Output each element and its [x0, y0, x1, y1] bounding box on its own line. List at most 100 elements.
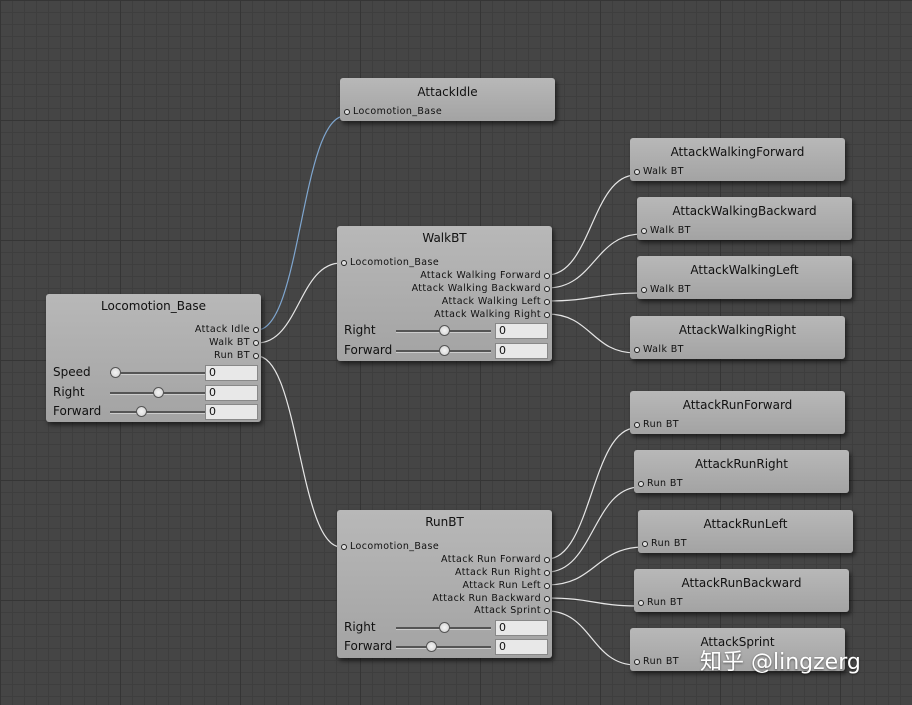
output-port[interactable]: Attack Sprint: [474, 604, 550, 617]
port-dot-icon[interactable]: [253, 326, 259, 333]
port-dot-icon[interactable]: [634, 168, 640, 175]
slider-thumb[interactable]: [425, 641, 437, 652]
param-value-input[interactable]: 0: [205, 404, 258, 420]
port-dot-icon[interactable]: [544, 569, 550, 576]
node-attack-run-left[interactable]: AttackRunLeft Run BT: [638, 510, 853, 553]
param-slider[interactable]: [110, 367, 205, 378]
port-dot-icon[interactable]: [634, 658, 640, 665]
param-value-input[interactable]: 0: [495, 639, 548, 655]
input-port[interactable]: Walk BT: [641, 224, 691, 237]
node-title: AttackRunLeft: [703, 517, 788, 531]
port-dot-icon[interactable]: [641, 286, 647, 293]
node-attack-walking-left[interactable]: AttackWalkingLeft Walk BT: [637, 256, 852, 299]
input-port[interactable]: Run BT: [638, 477, 683, 490]
output-port[interactable]: Attack Walking Right: [434, 308, 550, 321]
param-value-input[interactable]: 0: [495, 343, 548, 359]
param-slider[interactable]: [396, 325, 491, 336]
node-attack-run-forward[interactable]: AttackRunForward Run BT: [630, 391, 845, 434]
port-dot-icon[interactable]: [638, 599, 644, 606]
input-port[interactable]: Run BT: [634, 655, 679, 668]
node-attack-idle[interactable]: AttackIdle Locomotion_Base: [340, 78, 555, 121]
port-dot-icon[interactable]: [341, 259, 347, 266]
param-value-input[interactable]: 0: [495, 620, 548, 636]
input-port[interactable]: Walk BT: [641, 283, 691, 296]
port-dot-icon[interactable]: [634, 421, 640, 428]
port-dot-icon[interactable]: [253, 352, 259, 359]
node-locomotion-base[interactable]: Locomotion_Base Attack Idle Walk BT Run …: [46, 294, 261, 422]
param-slider[interactable]: [110, 406, 205, 417]
port-dot-icon[interactable]: [638, 480, 644, 487]
node-attack-walking-backward[interactable]: AttackWalkingBackward Walk BT: [637, 197, 852, 240]
slider-thumb[interactable]: [438, 345, 450, 356]
connection-wire[interactable]: [546, 174, 637, 276]
input-port[interactable]: Walk BT: [634, 343, 684, 356]
slider-thumb[interactable]: [438, 325, 450, 336]
node-attack-walking-right[interactable]: AttackWalkingRight Walk BT: [630, 316, 845, 359]
port-label: Run BT: [214, 350, 250, 361]
slider-thumb[interactable]: [438, 622, 450, 633]
connection-wire[interactable]: [256, 115, 346, 331]
port-dot-icon[interactable]: [544, 607, 550, 614]
param-slider[interactable]: [396, 641, 491, 652]
connection-wire[interactable]: [546, 597, 641, 607]
input-port[interactable]: Locomotion_Base: [344, 105, 442, 118]
node-attack-run-right[interactable]: AttackRunRight Run BT: [634, 450, 849, 493]
output-port-run-bt[interactable]: Run BT: [214, 349, 259, 362]
node-run-bt[interactable]: RunBT Locomotion_Base Attack Run Forward…: [337, 510, 552, 658]
port-label: Locomotion_Base: [350, 257, 440, 268]
input-port[interactable]: Run BT: [638, 596, 683, 609]
param-value-input[interactable]: 0: [205, 385, 258, 401]
param-value-input[interactable]: 0: [205, 365, 258, 381]
port-dot-icon[interactable]: [253, 339, 259, 346]
output-port-walk-bt[interactable]: Walk BT: [209, 336, 259, 349]
connection-wire[interactable]: [546, 292, 643, 302]
param-label: Right: [53, 385, 85, 399]
input-port[interactable]: Locomotion_Base: [341, 256, 439, 269]
node-attack-walking-forward[interactable]: AttackWalkingForward Walk BT: [630, 138, 845, 181]
port-dot-icon[interactable]: [634, 346, 640, 353]
port-dot-icon[interactable]: [544, 285, 550, 292]
port-dot-icon[interactable]: [544, 556, 550, 563]
output-port[interactable]: Attack Run Right: [455, 566, 550, 579]
output-port[interactable]: Attack Run Left: [463, 579, 550, 592]
slider-thumb[interactable]: [110, 367, 121, 378]
input-port[interactable]: Walk BT: [634, 165, 684, 178]
output-port[interactable]: Attack Walking Forward: [420, 269, 550, 282]
connection-wire[interactable]: [256, 355, 342, 548]
port-dot-icon[interactable]: [642, 540, 648, 547]
connection-wire[interactable]: [256, 262, 342, 344]
input-port[interactable]: Run BT: [642, 537, 687, 550]
connection-wire[interactable]: [546, 233, 643, 289]
slider-thumb[interactable]: [152, 387, 164, 398]
port-dot-icon[interactable]: [341, 543, 347, 550]
port-dot-icon[interactable]: [544, 595, 550, 602]
port-label: Walk BT: [650, 225, 691, 236]
param-value-input[interactable]: 0: [495, 323, 548, 339]
port-dot-icon[interactable]: [544, 582, 550, 589]
connection-wire[interactable]: [546, 610, 637, 666]
port-dot-icon[interactable]: [344, 108, 350, 115]
node-walk-bt[interactable]: WalkBT Locomotion_Base Attack Walking Fo…: [337, 226, 552, 361]
param-label: Forward: [344, 639, 393, 653]
param-slider[interactable]: [110, 387, 205, 398]
param-slider[interactable]: [396, 345, 491, 356]
port-dot-icon[interactable]: [544, 311, 550, 318]
connection-wire[interactable]: [546, 427, 637, 560]
port-dot-icon[interactable]: [544, 272, 550, 279]
slider-thumb[interactable]: [135, 406, 147, 417]
param-label: Forward: [344, 343, 393, 357]
param-slider[interactable]: [396, 622, 491, 633]
input-port[interactable]: Locomotion_Base: [341, 540, 439, 553]
node-attack-run-backward[interactable]: AttackRunBackward Run BT: [634, 569, 849, 612]
connection-wire[interactable]: [546, 486, 641, 573]
output-port[interactable]: Attack Walking Backward: [412, 282, 550, 295]
input-port[interactable]: Run BT: [634, 418, 679, 431]
output-port[interactable]: Attack Walking Left: [442, 295, 550, 308]
connection-wire[interactable]: [546, 313, 637, 354]
output-port-attack-idle[interactable]: Attack Idle: [195, 323, 259, 336]
port-dot-icon[interactable]: [544, 298, 550, 305]
port-dot-icon[interactable]: [641, 227, 647, 234]
node-title: AttackRunRight: [695, 457, 788, 471]
port-label: Run BT: [643, 656, 679, 667]
output-port[interactable]: Attack Run Forward: [441, 553, 550, 566]
